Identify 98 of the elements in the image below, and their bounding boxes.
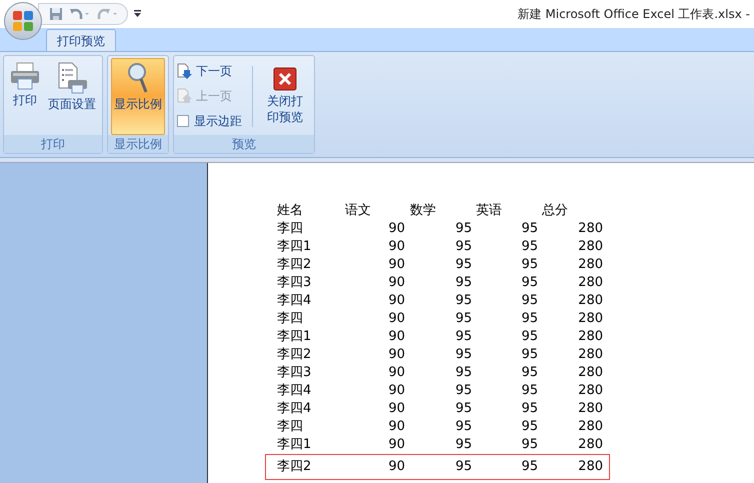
table-cell-text: 95 [520,293,538,309]
table-cell-text: 95 [454,401,472,417]
column-header: 英语 [476,202,503,220]
table-cell-text: 90 [387,311,405,327]
table-cell-text: 95 [520,275,538,291]
table-cell-text: 95 [454,419,472,435]
printer-icon [10,62,40,90]
table-cell-text: 280 [577,311,603,327]
table-cell-text: 90 [387,383,405,399]
ribbon-button[interactable]: 页面设置 [45,58,99,135]
margin-checkbox[interactable]: 显示边距 [177,110,242,132]
table-cell-text: 李四 [277,221,304,237]
redo-icon[interactable] [97,7,119,21]
group-label: 预览 [174,135,314,153]
table-cell-text: 李四1 [277,239,312,255]
office-logo-icon [12,10,34,32]
table-cell-text: 李四4 [277,383,312,399]
table-cell-text: 90 [387,459,405,475]
page-down-arrow-icon [177,63,193,79]
table-cell-text: 95 [454,257,472,273]
close-icon [273,67,297,91]
column-header: 语文 [345,202,372,220]
table-cell-text: 李四1 [277,437,312,453]
table-cell-text: 95 [520,311,538,327]
table-cell-text: 95 [454,221,472,237]
table-cell-text: 95 [454,383,472,399]
table-cell-text: 95 [454,365,472,381]
column-header: 总分 [542,202,569,220]
table-cell-text: 95 [520,257,538,273]
table-cell-text: 李四 [277,311,304,327]
table-cell-text: 95 [520,437,538,453]
table-cell-text: 李四3 [277,275,312,291]
table-cell-text: 280 [577,419,603,435]
table-cell-text: 90 [387,365,405,381]
table-cell-text: 李四1 [277,329,312,345]
save-icon[interactable] [49,7,63,21]
table-cell-text: 90 [387,221,405,237]
table-cell-text: 95 [520,221,538,237]
table-cell-text: 95 [520,329,538,345]
table-cell-text: 95 [520,347,538,363]
table-cell-text: 95 [454,293,472,309]
table-cell-text: 280 [577,257,603,273]
table-cell-text: 95 [454,275,472,291]
table-cell-text: 95 [520,419,538,435]
table-cell-text: 95 [520,401,538,417]
window-title: 新建 Microsoft Office Excel 工作表.xlsx - [518,6,750,23]
table-cell-text: 李四 [277,419,304,435]
table-cell-text: 95 [454,459,472,475]
table-cell-text: 95 [520,383,538,399]
table-cell-text: 李四4 [277,401,312,417]
group-label: 打印 [4,135,102,153]
column-header: 数学 [410,202,437,220]
table-cell-text: 95 [520,459,538,475]
table-cell-text: 280 [577,293,603,309]
table-cell-text: 95 [454,437,472,453]
table-cell-text: 280 [577,383,603,399]
table-cell-text: 95 [520,239,538,255]
table-cell-text: 90 [387,437,405,453]
undo-icon[interactable] [69,7,91,21]
ribbon-button[interactable]: 关闭打印预览 [259,58,311,135]
table-cell-text: 90 [387,293,405,309]
table-cell-text: 李四2 [277,347,312,363]
table-cell-text: 95 [454,329,472,345]
table-cell-text: 280 [577,239,603,255]
ribbon-small-button: 上一页 [177,85,242,107]
table-cell-text: 李四3 [277,365,312,381]
group-label: 显示比例 [108,135,168,153]
page-setup-icon [56,62,88,94]
table-cell-text: 90 [387,347,405,363]
customize-arrow-icon[interactable] [134,10,141,18]
column-header: 姓名 [277,202,304,220]
table-cell-text: 90 [387,329,405,345]
table-cell-text: 95 [520,365,538,381]
table-cell-text: 280 [577,437,603,453]
table-cell-text: 280 [577,329,603,345]
table-cell-text: 280 [577,459,603,475]
table-cell-text: 李四2 [277,257,312,273]
table-cell-text: 280 [577,401,603,417]
table-cell-text: 280 [577,221,603,237]
magnifier-icon [126,62,150,94]
table-cell-text: 90 [387,275,405,291]
ribbon-tab[interactable]: 打印预览 [46,29,116,51]
ribbon-button[interactable]: 显示比例 [111,58,165,135]
page-up-arrow-icon [177,88,193,104]
ribbon-small-button[interactable]: 下一页 [177,60,242,82]
table-cell-text: 95 [454,311,472,327]
table-cell-text: 90 [387,419,405,435]
table-cell-text: 280 [577,365,603,381]
table-cell-text: 95 [454,347,472,363]
table-cell-text: 90 [387,257,405,273]
table-cell-text: 李四2 [277,459,312,475]
ribbon-button[interactable]: 打印 [7,58,43,135]
table-cell-text: 90 [387,401,405,417]
table-cell-text: 280 [577,347,603,363]
table-cell-text: 李四4 [277,293,312,309]
table-cell-text: 280 [577,275,603,291]
table-cell-text: 95 [454,239,472,255]
table-cell-text: 90 [387,239,405,255]
